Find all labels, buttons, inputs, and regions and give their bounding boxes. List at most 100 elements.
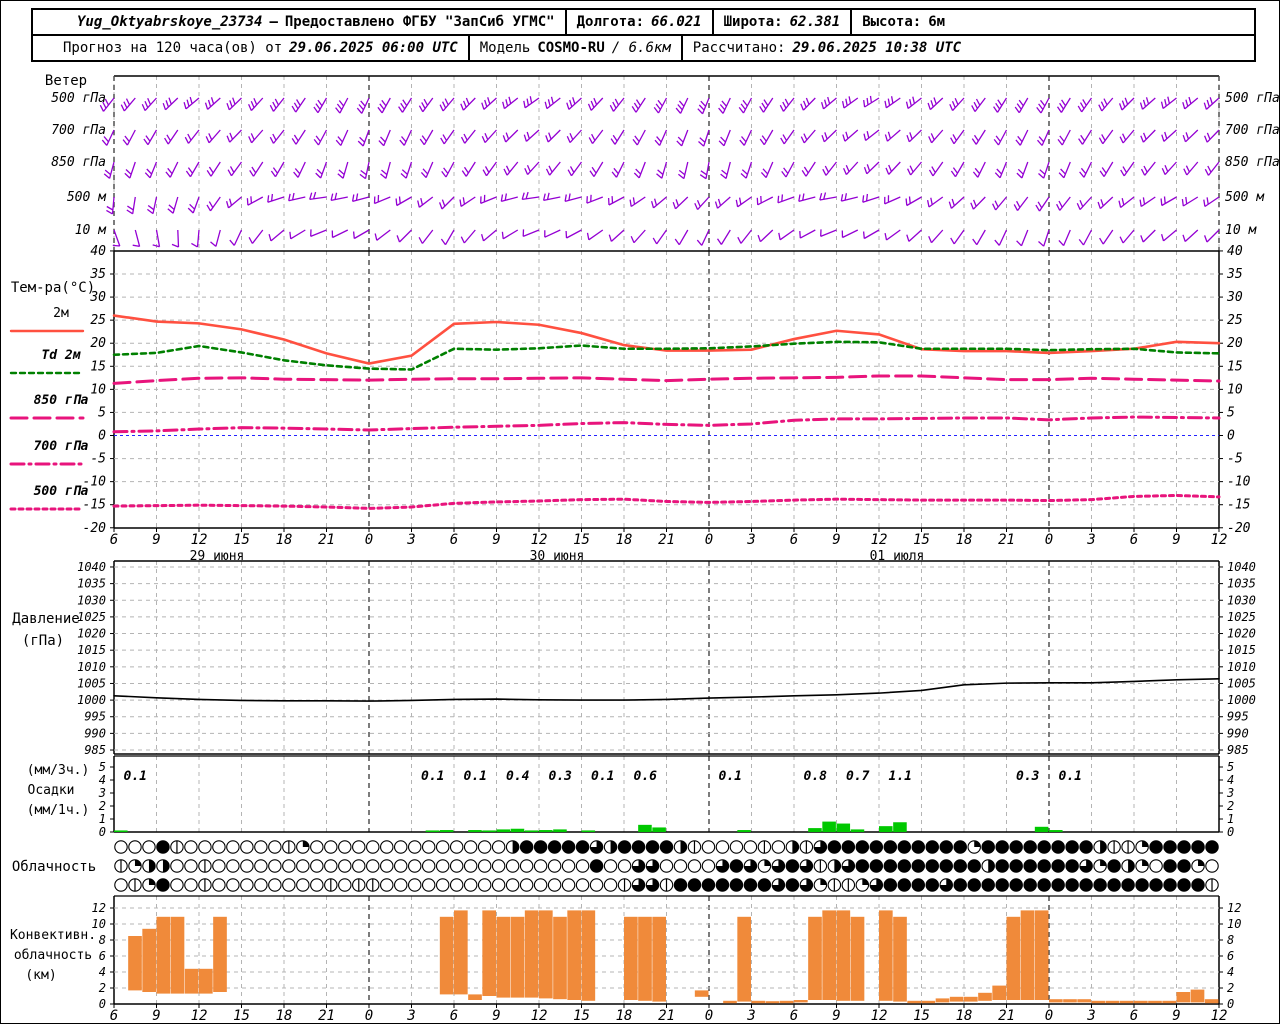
svg-text:990: 990 <box>1227 726 1249 740</box>
svg-text:6: 6 <box>1130 532 1138 548</box>
forecast-start-time: 29.06.2025 06:00 UTC <box>289 40 458 56</box>
svg-text:5: 5 <box>98 405 106 420</box>
svg-text:1010: 1010 <box>77 660 106 674</box>
svg-text:2: 2 <box>1227 981 1234 995</box>
svg-text:0.1: 0.1 <box>124 769 147 784</box>
svg-text:1: 1 <box>1227 812 1234 826</box>
svg-text:20: 20 <box>1227 336 1243 351</box>
svg-text:990: 990 <box>84 726 106 740</box>
svg-text:9: 9 <box>492 532 500 548</box>
svg-text:40: 40 <box>90 244 106 259</box>
svg-text:18: 18 <box>276 1008 293 1024</box>
cloud-cover-row <box>114 878 1219 892</box>
svg-text:0.3: 0.3 <box>1016 769 1040 784</box>
cloud-cover-row <box>114 840 1219 854</box>
svg-text:12: 12 <box>531 1008 548 1024</box>
header-separator <box>564 10 567 34</box>
svg-text:10: 10 <box>1227 917 1241 931</box>
svg-text:21: 21 <box>318 1008 335 1024</box>
svg-text:4: 4 <box>99 773 106 787</box>
svg-text:1040: 1040 <box>1227 560 1256 574</box>
svg-text:1010: 1010 <box>1227 660 1256 674</box>
svg-text:6: 6 <box>110 1008 118 1024</box>
svg-text:15: 15 <box>1227 359 1243 374</box>
svg-text:10 м: 10 м <box>1225 223 1257 238</box>
altitude-label: Высота: <box>862 14 922 30</box>
svg-text:1: 1 <box>99 812 106 826</box>
svg-text:21: 21 <box>998 1008 1015 1024</box>
svg-text:0.4: 0.4 <box>506 769 530 784</box>
svg-text:3: 3 <box>1086 532 1095 548</box>
svg-text:0: 0 <box>365 1008 373 1024</box>
svg-text:5: 5 <box>1227 760 1234 774</box>
wind-barb-row <box>101 129 1220 147</box>
svg-text:25: 25 <box>1227 313 1243 328</box>
svg-text:Осадки: Осадки <box>28 783 75 798</box>
svg-text:-20: -20 <box>1227 521 1251 536</box>
svg-text:30: 30 <box>1226 290 1243 305</box>
svg-text:25: 25 <box>90 313 106 328</box>
svg-text:2м: 2м <box>53 306 69 321</box>
svg-text:3: 3 <box>1086 1008 1095 1024</box>
svg-text:0: 0 <box>1045 532 1053 548</box>
longitude-label: Долгота: <box>576 14 645 30</box>
svg-text:0.1: 0.1 <box>591 769 614 784</box>
cloud-cover-row <box>114 859 1219 873</box>
calc-label: Рассчитано: <box>692 40 786 56</box>
model-resolution: / 6.6км <box>611 40 671 56</box>
wind-barb-row <box>99 95 1220 115</box>
svg-text:0: 0 <box>98 429 106 444</box>
svg-text:700 гПа: 700 гПа <box>34 439 89 454</box>
svg-text:500 гПа: 500 гПа <box>1225 91 1280 106</box>
svg-text:21: 21 <box>998 532 1015 548</box>
svg-text:(мм/1ч.): (мм/1ч.) <box>27 803 90 818</box>
svg-text:4: 4 <box>1227 773 1234 787</box>
svg-text:Конвективн.: Конвективн. <box>10 928 96 943</box>
svg-text:1035: 1035 <box>77 577 106 591</box>
svg-text:3: 3 <box>746 1008 755 1024</box>
svg-text:Td 2м: Td 2м <box>41 348 80 363</box>
svg-text:Ветер: Ветер <box>45 73 87 89</box>
latitude-value: 62.381 <box>789 14 841 30</box>
svg-text:-5: -5 <box>90 452 106 467</box>
svg-text:15: 15 <box>233 532 250 548</box>
svg-text:9: 9 <box>832 1008 840 1024</box>
header-separator <box>680 36 683 60</box>
time-axis-top: 6 9 12 15 18 21 0 3 6 9 12 15 18 21 0 3 6 9 12 15 18 21 0 3 6 9 12… <box>110 528 1227 564</box>
svg-text:Давление: Давление <box>12 611 79 627</box>
svg-text:0.1: 0.1 <box>464 769 487 784</box>
svg-text:850 гПа: 850 гПа <box>34 393 89 408</box>
svg-text:9: 9 <box>492 1008 500 1024</box>
svg-text:3: 3 <box>406 1008 415 1024</box>
svg-text:0: 0 <box>1227 997 1234 1011</box>
calc-time: 29.06.2025 10:38 UTC <box>792 40 962 56</box>
cloudiness-panel: Облачность <box>12 840 1219 892</box>
svg-text:18: 18 <box>956 532 973 548</box>
meteogram-chart: Ветер 500 гПа 500 гПа 700 гПа 700 гПа 850 гПа… <box>9 73 1280 1024</box>
svg-text:5: 5 <box>99 760 106 774</box>
forecast-label: Прогноз на 120 часа(ов) от <box>63 40 283 56</box>
svg-text:1025: 1025 <box>1227 610 1256 624</box>
svg-text:6: 6 <box>450 532 458 548</box>
svg-text:9: 9 <box>1172 532 1180 548</box>
time-axis-bottom: 6 9 12 15 18 21 0 3 6 9 12 15 18 21 0 3 6 9 12 15 18 21 0 3 6 9 12 <box>110 1004 1227 1024</box>
svg-text:9: 9 <box>1172 1008 1180 1024</box>
svg-text:0.1: 0.1 <box>421 769 444 784</box>
svg-text:(гПа): (гПа) <box>22 633 64 649</box>
svg-text:1040: 1040 <box>77 560 106 574</box>
provider-text: Предоставлено ФГБУ "ЗапСиб УГМС" <box>284 14 555 30</box>
svg-text:1015: 1015 <box>77 643 106 657</box>
svg-text:40: 40 <box>1227 244 1243 259</box>
model-name: COSMO-RU <box>537 40 605 56</box>
svg-text:1005: 1005 <box>1227 676 1256 690</box>
svg-text:12: 12 <box>871 1008 888 1024</box>
svg-text:1015: 1015 <box>1227 643 1256 657</box>
svg-text:0: 0 <box>705 532 713 548</box>
header-row-1: Yug_Oktyabrskoye_23734 — Предоставлено Ф… <box>33 10 1254 36</box>
header-row-2: Прогноз на 120 часа(ов) от 29.06.2025 06… <box>33 36 1254 60</box>
svg-text:18: 18 <box>276 532 293 548</box>
svg-text:985: 985 <box>1227 743 1249 757</box>
svg-text:995: 995 <box>1227 710 1249 724</box>
svg-text:0: 0 <box>365 532 373 548</box>
svg-text:10: 10 <box>1227 382 1243 397</box>
